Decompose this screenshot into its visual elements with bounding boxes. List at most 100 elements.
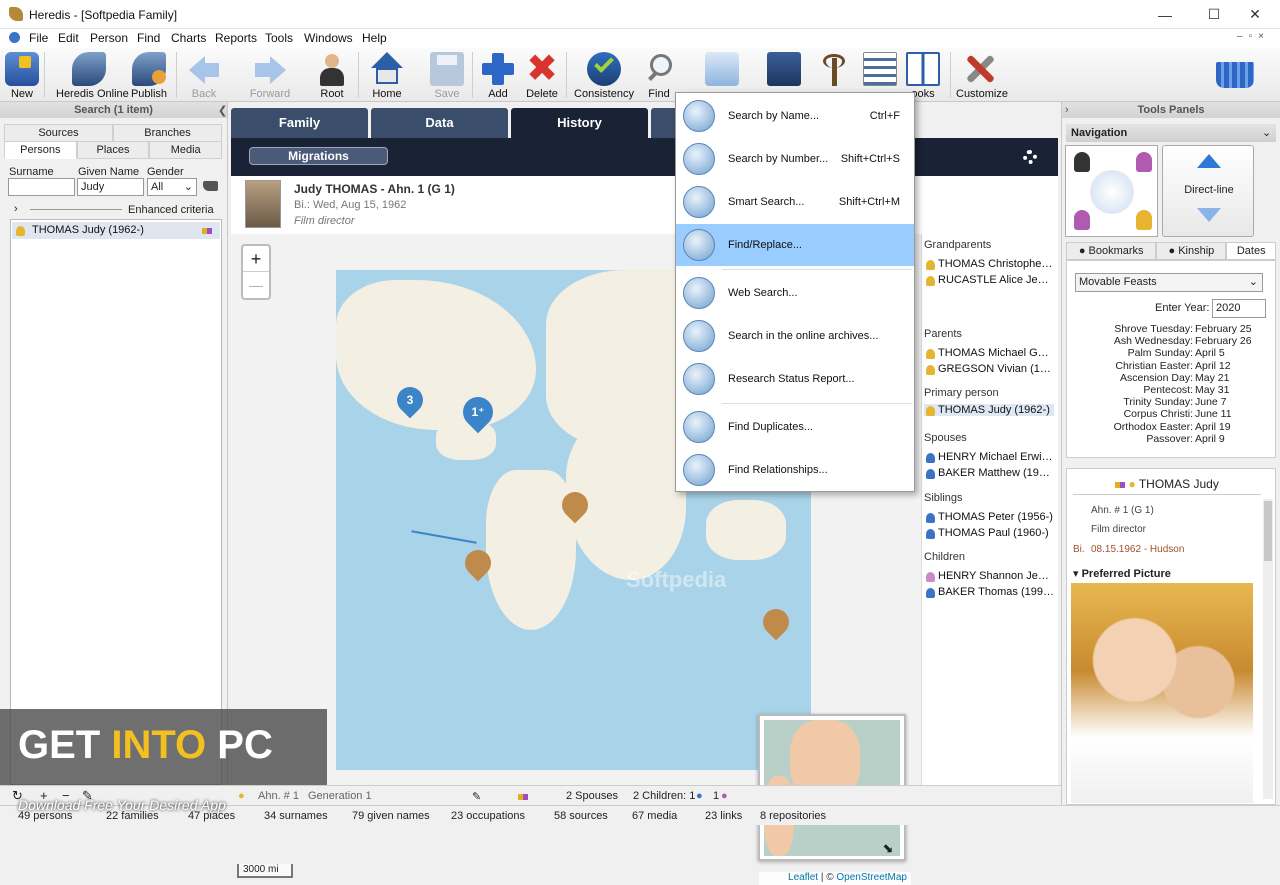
leaflet-link[interactable]: Leaflet	[788, 872, 818, 883]
back-button[interactable]: Back	[184, 50, 224, 102]
tab-bookmarks[interactable]: ● Bookmarks	[1066, 242, 1157, 260]
tab-persons[interactable]: Persons	[4, 141, 77, 159]
menu-item-find-replace[interactable]: Find/Replace...	[676, 224, 914, 266]
migrations-button[interactable]: Migrations	[249, 147, 388, 165]
find-button[interactable]: Find	[644, 50, 674, 102]
scrollbar[interactable]	[1263, 499, 1273, 799]
flags-icon	[518, 794, 528, 800]
new-button[interactable]: New	[4, 50, 40, 102]
save-button[interactable]: Save	[430, 50, 464, 102]
customize-button[interactable]: Customize	[956, 50, 1008, 102]
gear-icon[interactable]	[1023, 150, 1037, 164]
relative-item[interactable]: HENRY Shannon Jean ...	[924, 570, 1054, 582]
osm-link[interactable]: OpenStreetMap	[836, 872, 907, 883]
enhanced-criteria[interactable]: Enhanced criteria	[128, 204, 214, 216]
zoom-out-button[interactable]: —	[243, 272, 269, 298]
navigation-header: Navigation	[1066, 124, 1276, 142]
tab-dates[interactable]: Dates	[1226, 242, 1276, 260]
feast-name: Palm Sunday:	[1127, 347, 1193, 360]
tree-icon	[817, 52, 851, 86]
delete-x-icon: ✖	[526, 48, 558, 90]
menu-item-find-duplicates[interactable]: Find Duplicates...	[676, 406, 914, 448]
feast-row: Palm Sunday: April 5	[1067, 347, 1277, 359]
given-name-input[interactable]: Judy	[77, 178, 144, 196]
menu-tools[interactable]: Tools	[265, 31, 293, 45]
magnifier-icon	[644, 52, 678, 86]
menu-file[interactable]: File	[29, 31, 48, 45]
relative-item[interactable]: BAKER Matthew (1948-)	[924, 467, 1054, 479]
menu-item-online-archives[interactable]: Search in the online archives...	[676, 315, 914, 357]
clear-icon[interactable]	[203, 181, 218, 191]
tab-history[interactable]: History	[511, 108, 648, 138]
relative-item[interactable]: RUCASTLE Alice Jean (...	[924, 274, 1054, 286]
menu-item-research-status[interactable]: Research Status Report...	[676, 358, 914, 400]
minimize-button[interactable]: —	[1142, 0, 1188, 29]
tab-sources[interactable]: Sources	[4, 124, 113, 142]
preferred-picture-label[interactable]: ▾ Preferred Picture	[1073, 567, 1171, 580]
menu-reports[interactable]: Reports	[215, 31, 257, 45]
delete-button[interactable]: ✖ Delete	[524, 50, 560, 102]
count-links: 23 links	[705, 810, 743, 822]
menu-edit[interactable]: Edit	[58, 31, 79, 45]
expand-panel-icon[interactable]: ›	[1065, 104, 1069, 116]
menu-item-find-relationships[interactable]: Find Relationships...	[676, 449, 914, 491]
menu-item-search-by-number[interactable]: Search by Number... Shift+Ctrl+S	[676, 138, 914, 180]
home-button[interactable]: Home	[368, 50, 406, 102]
feast-name: Shrove Tuesday:	[1114, 323, 1193, 335]
surname-input[interactable]	[8, 178, 75, 196]
tab-data[interactable]: Data	[371, 108, 508, 138]
person-header: Judy THOMAS - Ahn. 1 (G 1) Bi.: Wed, Aug…	[231, 176, 1058, 234]
menu-find[interactable]: Find	[137, 31, 160, 45]
feasts-select[interactable]: Movable Feasts ⌄	[1075, 273, 1263, 292]
relative-item[interactable]: THOMAS Christopher ...	[924, 258, 1054, 270]
chevron-down-icon[interactable]: ⌄	[1262, 126, 1271, 139]
menu-person[interactable]: Person	[90, 31, 128, 45]
plus-icon	[481, 52, 515, 86]
forward-button[interactable]: Forward	[248, 50, 292, 102]
relative-item[interactable]: HENRY Michael Erwin (...	[924, 451, 1054, 463]
chevron-down-icon: ⌄	[1248, 276, 1258, 288]
year-input[interactable]: 2020	[1212, 299, 1266, 318]
relative-item[interactable]: THOMAS Peter (1956-)	[924, 511, 1054, 523]
menu-help[interactable]: Help	[362, 31, 387, 45]
basket-button[interactable]	[1214, 50, 1256, 102]
list-item[interactable]: THOMAS Judy (1962-)	[12, 222, 220, 239]
relative-item[interactable]: THOMAS Michael Geor...	[924, 347, 1054, 359]
heredis-online-button[interactable]: Heredis Online	[56, 50, 129, 102]
relative-item[interactable]: BAKER Thomas (1992-)	[924, 586, 1054, 598]
publish-button[interactable]: Publish	[130, 50, 168, 102]
tab-media[interactable]: Media	[149, 141, 223, 159]
root-button[interactable]: Root	[314, 50, 350, 102]
tab-kinship[interactable]: ● Kinship	[1156, 242, 1227, 260]
primary-person[interactable]: THOMAS Judy (1962-)	[924, 404, 1054, 416]
menu-item-web-search[interactable]: Web Search...	[676, 272, 914, 314]
direct-line-button[interactable]: Direct-line	[1162, 145, 1254, 237]
tab-places[interactable]: Places	[76, 141, 150, 159]
zoom-in-button[interactable]: +	[243, 246, 269, 272]
consistency-button[interactable]: Consistency	[574, 50, 634, 102]
tab-family[interactable]: Family	[231, 108, 368, 138]
relative-item[interactable]: THOMAS Paul (1960-)	[924, 527, 1054, 539]
feast-name: Christian Easter:	[1115, 359, 1193, 372]
menu-windows[interactable]: Windows	[304, 31, 353, 45]
collapse-icon[interactable]: ❮	[218, 104, 227, 117]
menu-charts[interactable]: Charts	[171, 31, 206, 45]
navigation-family-icons[interactable]	[1065, 145, 1158, 237]
cluster-marker[interactable]: 3	[391, 381, 429, 419]
cluster-marker[interactable]: 1⁺	[456, 390, 500, 434]
find-replace-icon	[683, 229, 715, 261]
card-birth-label: Bi.	[1073, 544, 1085, 555]
menu-item-smart-search[interactable]: Smart Search... Shift+Ctrl+M	[676, 181, 914, 223]
expand-icon[interactable]: ›	[14, 203, 18, 215]
gender-select[interactable]: All ⌄	[147, 178, 197, 196]
expand-minimap-icon[interactable]: ⬊	[882, 840, 893, 856]
close-button[interactable]: ✕	[1232, 0, 1278, 29]
relative-item[interactable]: GREGSON Vivian (1932-)	[924, 363, 1054, 375]
tab-branches[interactable]: Branches	[113, 124, 222, 142]
mdi-window-buttons[interactable]: –▫×	[1237, 31, 1270, 42]
menu-item-search-by-name[interactable]: Search by Name... Ctrl+F	[676, 95, 914, 137]
mdi-icon[interactable]	[9, 32, 20, 43]
maximize-button[interactable]: ☐	[1191, 0, 1237, 29]
add-button[interactable]: Add	[480, 50, 516, 102]
feast-date: April 12	[1195, 359, 1231, 372]
